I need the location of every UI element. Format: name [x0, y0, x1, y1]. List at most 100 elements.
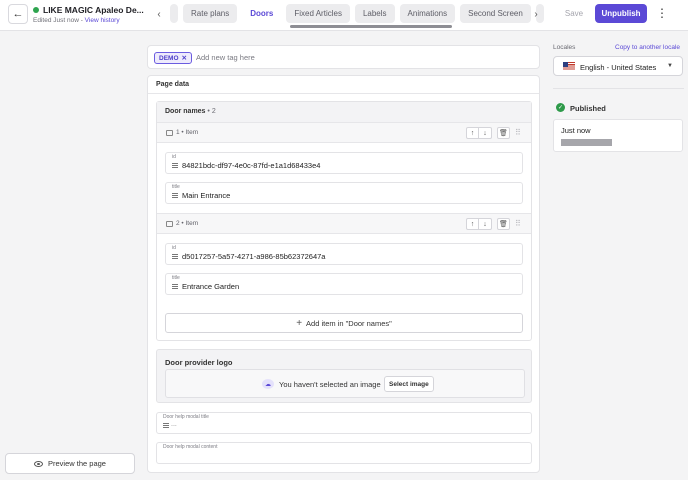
- field-label: id: [172, 245, 176, 251]
- caret-down-icon: ▼: [667, 63, 673, 69]
- field-value[interactable]: Entrance Garden: [182, 282, 239, 291]
- unpublish-button[interactable]: Unpublish: [595, 4, 647, 23]
- locale-value: English - United States: [580, 63, 657, 72]
- door-provider-logo-title: Door provider logo: [165, 358, 233, 367]
- document-title: LIKE MAGIC Apaleo De...: [43, 5, 144, 15]
- list-item-icon: [166, 129, 173, 136]
- status-dot: [33, 7, 39, 13]
- item-controls: ↑ ↓ 🗑: [466, 218, 510, 230]
- delete-item-button[interactable]: 🗑: [497, 127, 510, 139]
- add-item-label: Add item in "Door names": [306, 318, 392, 328]
- item-label-text: 2 • Item: [176, 220, 199, 227]
- more-options-button[interactable]: ⋮: [655, 5, 669, 21]
- locale-select[interactable]: English - United States ▼: [553, 56, 683, 76]
- text-lines-icon: [172, 163, 178, 168]
- tabs-scrollbar[interactable]: [290, 25, 452, 28]
- save-button[interactable]: Save: [560, 4, 588, 23]
- tag-chip-demo[interactable]: DEMO ✕: [154, 52, 192, 64]
- tag-bar: DEMO ✕ Add new tag here: [147, 45, 540, 69]
- item-label-text: 1 • Item: [176, 129, 199, 136]
- globe-icon: ✓: [556, 103, 565, 112]
- move-up-button[interactable]: ↑: [466, 218, 479, 230]
- eye-icon: [34, 460, 44, 467]
- edited-info: Edited Just now - View history: [33, 17, 120, 24]
- title-field[interactable]: title Entrance Garden: [165, 273, 523, 295]
- image-dropzone[interactable]: ☁ You haven't selected an image Select i…: [165, 369, 525, 398]
- view-history-link[interactable]: View history: [85, 17, 120, 24]
- tag-input[interactable]: Add new tag here: [196, 53, 255, 62]
- tab-bar: Rate plans Doors Fixed Articles Labels A…: [170, 4, 544, 24]
- tabs-scroll-right-button[interactable]: ›: [529, 7, 543, 21]
- add-item-button[interactable]: + Add item in "Door names": [165, 313, 523, 333]
- plus-icon: +: [296, 317, 303, 329]
- tabs-scroll-left-button[interactable]: ‹: [152, 7, 166, 21]
- field-label: Door help modal title: [163, 414, 209, 420]
- no-image-text: You haven't selected an image: [279, 380, 381, 389]
- move-down-button[interactable]: ↓: [479, 127, 492, 139]
- tab-fixed-articles[interactable]: Fixed Articles: [286, 4, 350, 23]
- trash-icon: 🗑: [499, 221, 508, 228]
- id-field[interactable]: id 84821bdc-df97-4e0c-87fd-e1a1d68433e4: [165, 152, 523, 174]
- field-value[interactable]: 84821bdc-df97-4e0c-87fd-e1a1d68433e4: [182, 161, 320, 170]
- door-names-title: Door names • 2: [165, 108, 216, 115]
- door-names-count: • 2: [207, 108, 216, 115]
- text-lines-icon: [163, 423, 169, 428]
- kebab-icon: ⋮: [656, 6, 668, 20]
- door-names-group: Door names • 2 1 • Item ↑ ↓ 🗑 ⠿ id 84821…: [156, 101, 532, 341]
- door-help-modal-title-field[interactable]: Door help modal title ...: [156, 412, 532, 434]
- field-label: Door help modal content: [163, 444, 218, 450]
- door-help-modal-content-field[interactable]: Door help modal content: [156, 442, 532, 464]
- publish-status: Published: [570, 104, 606, 113]
- cloud-upload-icon: ☁: [262, 379, 274, 389]
- divider: [553, 88, 684, 89]
- close-icon[interactable]: ✕: [182, 54, 187, 62]
- text-lines-icon: [172, 254, 178, 259]
- item-controls: ↑ ↓ 🗑: [466, 127, 510, 139]
- us-flag-icon: [563, 62, 575, 70]
- redacted-author-bar: [561, 139, 612, 146]
- text-lines-icon: [172, 193, 178, 198]
- list-item-icon: [166, 220, 173, 227]
- tab-partial-left[interactable]: [170, 4, 178, 23]
- item-label: 2 • Item: [166, 220, 198, 227]
- delete-item-button[interactable]: 🗑: [497, 218, 510, 230]
- select-image-button[interactable]: Select image: [384, 376, 434, 392]
- page-data-card: Page data Door names • 2 1 • Item ↑ ↓ 🗑 …: [147, 75, 540, 473]
- id-field[interactable]: id d5017257-5a57-4271-a986-85b62372647a: [165, 243, 523, 265]
- tab-second-screen[interactable]: Second Screen: [460, 4, 531, 23]
- door-names-label: Door names: [165, 108, 206, 115]
- move-up-button[interactable]: ↑: [466, 127, 479, 139]
- arrow-left-icon: ←: [12, 8, 24, 20]
- tab-labels[interactable]: Labels: [354, 4, 395, 23]
- item-label: 1 • Item: [166, 129, 198, 136]
- published-time: Just now: [561, 126, 591, 135]
- drag-handle-icon[interactable]: ⠿: [515, 128, 521, 137]
- field-value[interactable]: Main Entrance: [182, 191, 230, 200]
- field-value[interactable]: d5017257-5a57-4271-a986-85b62372647a: [182, 252, 325, 261]
- drag-handle-icon[interactable]: ⠿: [515, 219, 521, 228]
- publish-info-card: Just now: [553, 119, 683, 152]
- tag-chip-label: DEMO: [159, 54, 179, 62]
- locales-label: Locales: [553, 44, 576, 51]
- copy-to-locale-link[interactable]: Copy to another locale: [615, 44, 680, 51]
- page-data-title: Page data: [156, 81, 190, 88]
- door-provider-logo-group: Door provider logo ☁ You haven't selecte…: [156, 349, 532, 403]
- field-label: id: [172, 154, 176, 160]
- tab-rate-plans[interactable]: Rate plans: [183, 4, 238, 23]
- field-label: title: [172, 184, 180, 190]
- tab-doors[interactable]: Doors: [242, 4, 282, 23]
- top-bar: ← LIKE MAGIC Apaleo De... Edited Just no…: [0, 0, 688, 31]
- preview-page-button[interactable]: Preview the page: [5, 453, 135, 474]
- item-header: 2 • Item ↑ ↓ 🗑 ⠿: [157, 213, 531, 234]
- item-header: 1 • Item ↑ ↓ 🗑 ⠿: [157, 122, 531, 143]
- title-field[interactable]: title Main Entrance: [165, 182, 523, 204]
- text-lines-icon: [172, 284, 178, 289]
- field-label: title: [172, 275, 180, 281]
- move-down-button[interactable]: ↓: [479, 218, 492, 230]
- tab-animations[interactable]: Animations: [399, 4, 456, 23]
- back-button[interactable]: ←: [8, 4, 28, 24]
- preview-label: Preview the page: [48, 459, 106, 468]
- edited-text: Edited Just now: [33, 17, 79, 24]
- field-value[interactable]: ...: [171, 421, 177, 428]
- divider: [148, 93, 539, 94]
